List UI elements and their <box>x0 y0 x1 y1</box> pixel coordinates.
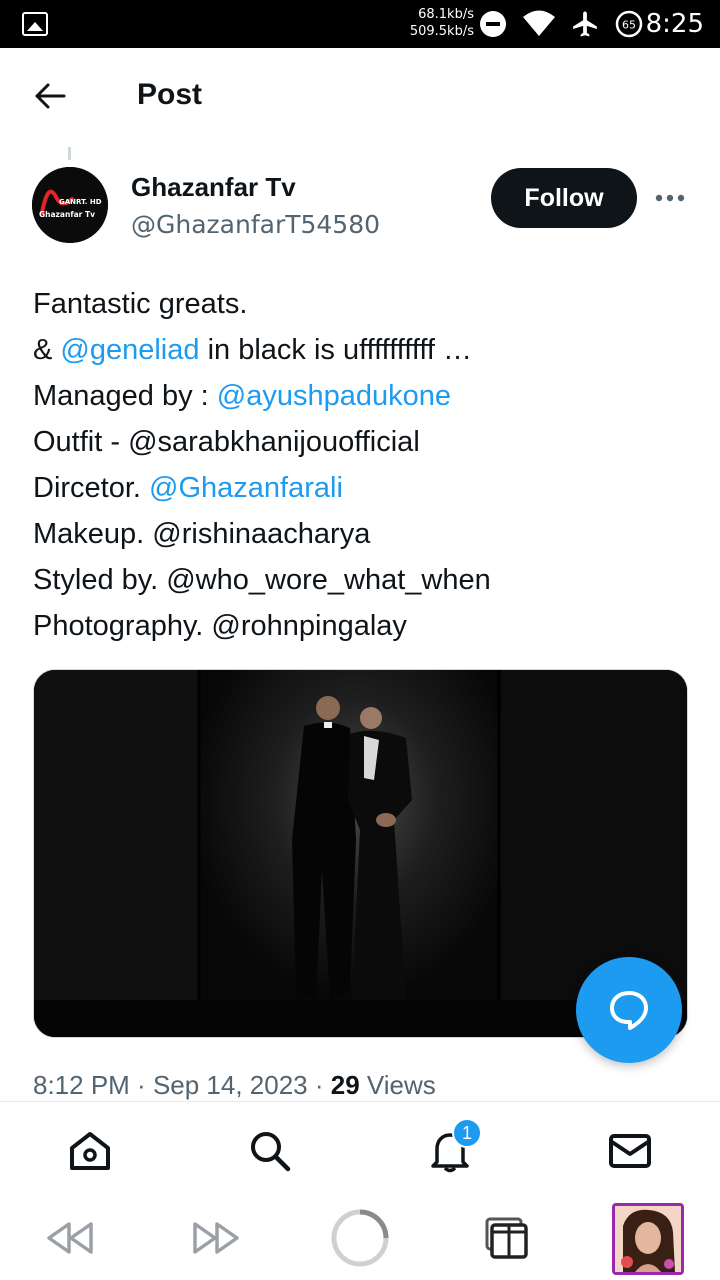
tweet-text-segment: Dircetor. <box>33 472 150 504</box>
notification-badge: 1 <box>452 1118 482 1148</box>
wifi-icon <box>523 10 555 36</box>
clock: 8:25 <box>645 9 704 39</box>
nav-home[interactable] <box>66 1127 114 1175</box>
loading-spinner-icon <box>331 1209 389 1267</box>
rewind-icon <box>47 1222 93 1254</box>
tweet-text-segment: Fantastic greats. <box>33 288 248 320</box>
search-icon <box>251 1132 291 1172</box>
tweet-line: Photography. @rohnpingalay <box>33 603 693 649</box>
bottom-navigation: 1 <box>0 1101 720 1198</box>
meta-separator: · <box>307 1070 331 1100</box>
tabs-icon <box>485 1217 528 1259</box>
fast-forward-icon <box>193 1222 239 1254</box>
page-title: Post <box>137 78 203 111</box>
tweet-line: Managed by : @ayushpadukone <box>33 373 693 419</box>
follow-button[interactable]: Follow <box>491 168 637 228</box>
tweet-text-segment: Outfit - @sarabkhanijouofficial <box>33 426 420 458</box>
tweet-text-segment: Photography. @rohnpingalay <box>33 610 407 642</box>
battery-level: 65 <box>622 19 636 32</box>
more-options-button[interactable] <box>650 183 690 213</box>
tweet-line: Dircetor. @Ghazanfarali <box>33 465 693 511</box>
tweet-line: Fantastic greats. <box>33 281 693 327</box>
nav-messages[interactable] <box>606 1127 654 1175</box>
avatar-name-text: Ghazanfar Tv <box>39 210 95 219</box>
chat-bubble-icon <box>610 991 648 1030</box>
loading-button[interactable] <box>330 1208 390 1268</box>
status-bar: 68.1kb/s 509.5kb/s 65 8:25 <box>0 0 720 48</box>
tweet-meta: 8:12 PM · Sep 14, 2023 · 29 Views <box>33 1070 436 1101</box>
profile-image <box>615 1206 681 1272</box>
mention-link[interactable]: @Ghazanfarali <box>149 472 343 504</box>
mention-link[interactable]: @ayushpadukone <box>217 380 451 412</box>
messages-icon <box>609 1134 651 1168</box>
back-button[interactable] <box>30 76 70 116</box>
meta-separator: · <box>129 1070 153 1100</box>
rewind-button[interactable] <box>40 1208 100 1268</box>
browser-toolbar <box>0 1198 720 1280</box>
home-icon <box>70 1132 110 1170</box>
author-handle[interactable]: @GhazanfarT54580 <box>131 210 380 239</box>
upload-speed: 68.1kb/s <box>418 7 474 22</box>
tweet-text-segment: Styled by. @who_wore_what_when <box>33 564 491 596</box>
tweet-date: Sep 14, 2023 <box>152 1070 308 1100</box>
tabs-button[interactable] <box>476 1208 536 1268</box>
tweet-text-segment: Managed by : <box>33 380 217 412</box>
fast-forward-button[interactable] <box>186 1208 246 1268</box>
tweet-line: & @geneliad in black is uffffffffff … <box>33 327 693 373</box>
airplane-icon <box>573 11 597 37</box>
author-name[interactable]: Ghazanfar Tv <box>131 172 296 203</box>
network-speed: 68.1kb/s 509.5kb/s <box>400 6 474 40</box>
nav-search[interactable] <box>246 1127 294 1175</box>
profile-thumbnail[interactable] <box>612 1203 684 1275</box>
download-speed: 509.5kb/s <box>409 24 474 39</box>
author-avatar[interactable]: GANRT. HD Ghazanfar Tv <box>32 167 108 243</box>
tweet-text-segment: in black is uffffffffff … <box>199 334 472 366</box>
image-icon <box>22 12 48 36</box>
views-label: Views <box>359 1070 436 1100</box>
channel-logo: GANRT. HD Ghazanfar Tv <box>32 167 108 243</box>
reply-fab-button[interactable] <box>576 957 682 1063</box>
tweet-line: Styled by. @who_wore_what_when <box>33 557 693 603</box>
more-icon <box>655 194 685 202</box>
back-arrow-icon <box>35 83 66 109</box>
avatar-brand-text: GANRT. HD <box>59 198 102 206</box>
dnd-icon <box>480 11 506 37</box>
thread-line <box>68 147 71 160</box>
tweet-line: Makeup. @rishinaacharya <box>33 511 693 557</box>
tweet-text: Fantastic greats. & @geneliad in black is… <box>33 281 693 649</box>
tweet-line: Outfit - @sarabkhanijouofficial <box>33 419 693 465</box>
views-count[interactable]: 29 <box>331 1070 360 1100</box>
tweet-text-segment: Makeup. @rishinaacharya <box>33 518 371 550</box>
battery-icon: 65 <box>615 10 643 38</box>
page-header: Post <box>0 48 720 144</box>
tweet-text-segment: & <box>33 334 61 366</box>
tweet-time: 8:12 PM <box>33 1070 130 1100</box>
mention-link[interactable]: @geneliad <box>60 334 199 366</box>
